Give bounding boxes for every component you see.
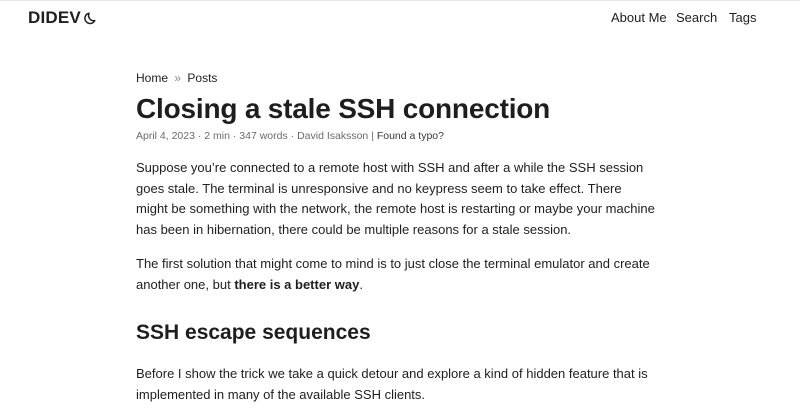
top-navigation-bar: DIDEV About Me Search Tags xyxy=(0,0,800,35)
breadcrumb-posts[interactable]: Posts xyxy=(187,71,217,85)
found-typo-link[interactable]: Found a typo? xyxy=(377,130,444,142)
post-meta-info: April 4, 2023 · 2 min · 347 words · Davi… xyxy=(136,130,369,142)
site-logo[interactable]: DIDEV xyxy=(28,8,81,28)
paragraph-text-end: . xyxy=(359,276,363,292)
post-paragraph-detour: Before I show the trick we take a quick … xyxy=(136,366,648,402)
breadcrumb-separator: » xyxy=(174,71,182,85)
post-paragraph-intro: Suppose you’re connected to a remote hos… xyxy=(136,160,655,237)
post-meta: April 4, 2023 · 2 min · 347 words · Davi… xyxy=(136,129,656,143)
nav-link-search[interactable]: Search xyxy=(676,10,717,25)
moon-icon[interactable] xyxy=(83,10,99,26)
paragraph-bold-text: there is a better way xyxy=(234,276,360,292)
nav-link-tags[interactable]: Tags xyxy=(729,10,756,25)
post-paragraph-solution: The first solution that might come to mi… xyxy=(136,254,656,295)
meta-separator: | xyxy=(368,130,377,142)
nav-link-about-me[interactable]: About Me xyxy=(611,10,667,25)
post-content: Home » Posts Closing a stale SSH connect… xyxy=(136,70,656,405)
breadcrumb-home[interactable]: Home xyxy=(136,71,168,85)
breadcrumb: Home » Posts xyxy=(136,70,656,86)
paragraph-text: The first solution that might come to mi… xyxy=(136,256,650,292)
section-heading-ssh-escape-sequences: SSH escape sequences xyxy=(136,321,371,344)
page-title: Closing a stale SSH connection xyxy=(136,93,551,124)
